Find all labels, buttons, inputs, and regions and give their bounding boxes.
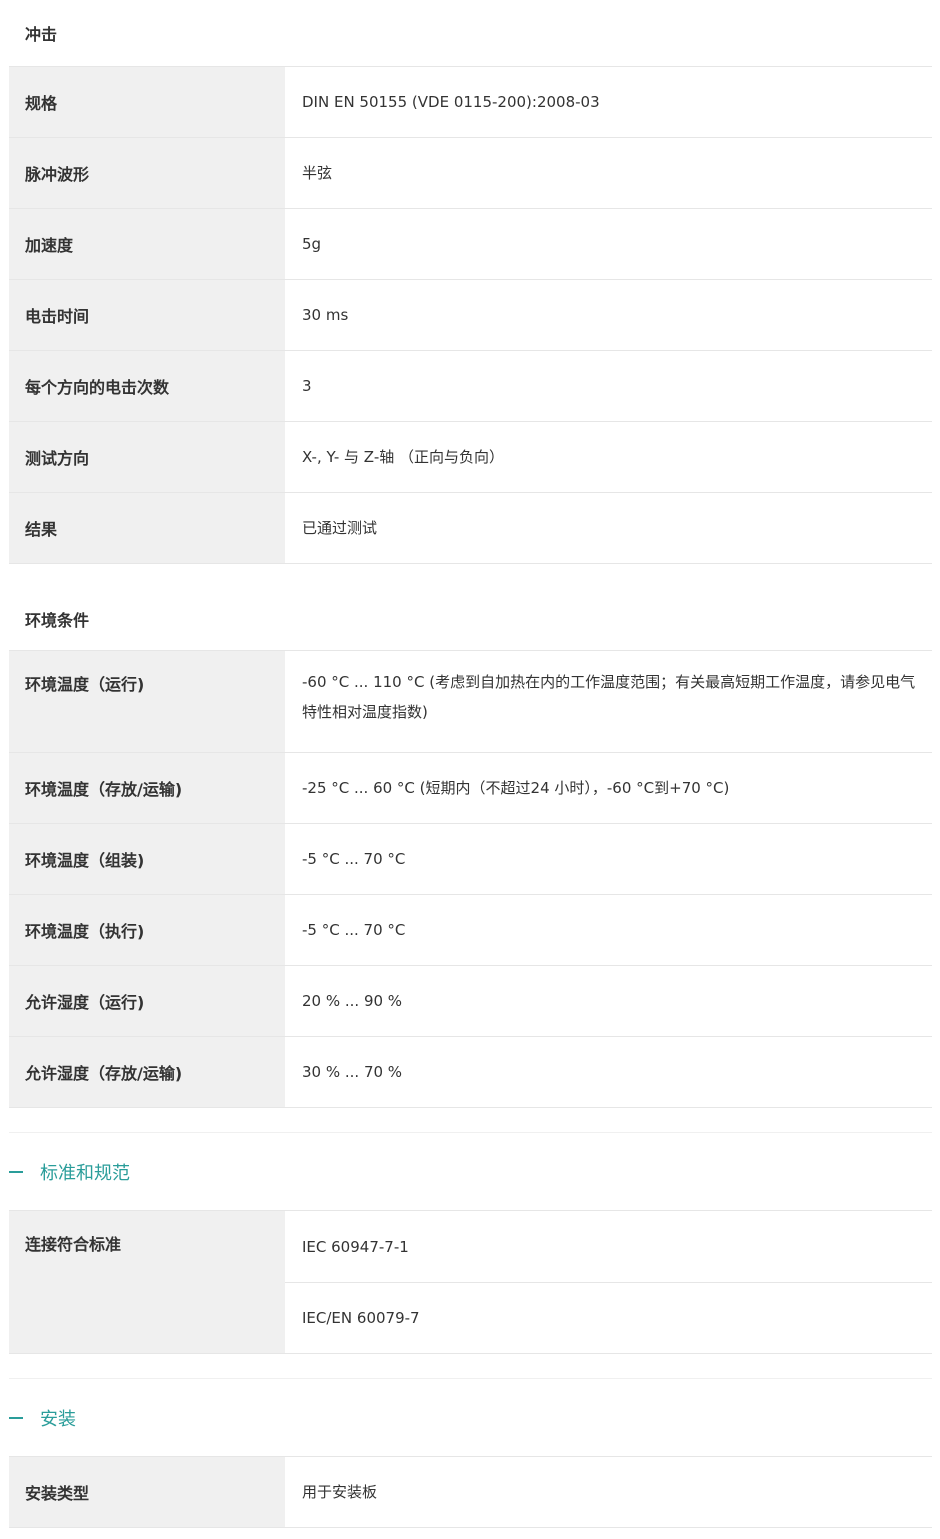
row-value: X-, Y- 与 Z-轴 （正向与负向） bbox=[302, 448, 505, 466]
row-label: 每个方向的电击次数 bbox=[9, 351, 285, 421]
row-value: DIN EN 50155 (VDE 0115-200):2008-03 bbox=[302, 93, 600, 111]
row-label: 环境温度（组装) bbox=[9, 824, 285, 894]
row-value: 5g bbox=[302, 235, 322, 253]
row-label: 允许湿度（存放/运输) bbox=[9, 1037, 285, 1107]
row-value: 已通过测试 bbox=[302, 519, 378, 537]
table-row: 环境温度（运行) -60 °C ... 110 °C (考虑到自加热在内的工作温… bbox=[9, 651, 932, 753]
table-row: 脉冲波形 半弦 bbox=[9, 138, 932, 209]
table-row: 允许湿度（运行) 20 % ... 90 % bbox=[9, 966, 932, 1037]
row-label: 脉冲波形 bbox=[9, 138, 285, 208]
table-row: 加速度 5g bbox=[9, 209, 932, 280]
standards-table: 连接符合标准 IEC 60947-7-1 IEC/EN 60079-7 bbox=[9, 1210, 932, 1354]
row-value: -25 °C ... 60 °C (短期内（不超过24 小时），-60 °C到+… bbox=[302, 779, 730, 797]
row-label: 测试方向 bbox=[9, 422, 285, 492]
row-value: 半弦 bbox=[302, 164, 333, 182]
table-row: 规格 DIN EN 50155 (VDE 0115-200):2008-03 bbox=[9, 67, 932, 138]
section-divider bbox=[9, 1354, 932, 1379]
row-label: 结果 bbox=[9, 493, 285, 563]
section-toggle-installation[interactable]: 安装 bbox=[9, 1379, 932, 1456]
group-title-shock: 冲击 bbox=[25, 25, 58, 44]
section-heading-installation: 安装 bbox=[40, 1408, 76, 1430]
row-value: IEC/EN 60079-7 bbox=[285, 1282, 932, 1353]
table-row: 环境温度（执行) -5 °C ... 70 °C bbox=[9, 895, 932, 966]
row-label: 环境温度（运行) bbox=[9, 651, 285, 752]
row-value: IEC 60947-7-1 bbox=[302, 1237, 409, 1256]
row-label: 环境温度（存放/运输) bbox=[9, 753, 285, 823]
section-divider bbox=[9, 1108, 932, 1133]
row-value: -60 °C ... 110 °C (考虑到自加热在内的工作温度范围；有关最高短… bbox=[302, 673, 916, 721]
table-row: 允许湿度（存放/运输) 30 % ... 70 % bbox=[9, 1037, 932, 1108]
spec-sheet: 冲击 规格 DIN EN 50155 (VDE 0115-200):2008-0… bbox=[9, 0, 932, 1528]
table-row: 安装类型 用于安装板 bbox=[9, 1457, 932, 1528]
row-value: 30 ms bbox=[302, 306, 349, 324]
row-values: IEC 60947-7-1 IEC/EN 60079-7 bbox=[285, 1211, 932, 1353]
table-row: 连接符合标准 IEC 60947-7-1 IEC/EN 60079-7 bbox=[9, 1211, 932, 1354]
table-row: 结果 已通过测试 bbox=[9, 493, 932, 564]
installation-table: 安装类型 用于安装板 bbox=[9, 1456, 932, 1528]
row-label: 规格 bbox=[9, 67, 285, 137]
section-heading-standards: 标准和规范 bbox=[40, 1162, 130, 1184]
row-label: 环境温度（执行) bbox=[9, 895, 285, 965]
row-label: 允许湿度（运行) bbox=[9, 966, 285, 1036]
row-label: 加速度 bbox=[9, 209, 285, 279]
minus-icon bbox=[9, 1170, 23, 1173]
section-toggle-standards[interactable]: 标准和规范 bbox=[9, 1133, 932, 1210]
row-label: 连接符合标准 bbox=[9, 1211, 285, 1353]
shock-table: 规格 DIN EN 50155 (VDE 0115-200):2008-03 脉… bbox=[9, 66, 932, 564]
minus-icon bbox=[9, 1416, 23, 1419]
row-value: 3 bbox=[302, 377, 312, 395]
table-row: 测试方向 X-, Y- 与 Z-轴 （正向与负向） bbox=[9, 422, 932, 493]
table-row: 环境温度（存放/运输) -25 °C ... 60 °C (短期内（不超过24 … bbox=[9, 753, 932, 824]
table-row: 每个方向的电击次数 3 bbox=[9, 351, 932, 422]
row-value: 20 % ... 90 % bbox=[302, 992, 403, 1010]
row-value: 用于安装板 bbox=[302, 1483, 378, 1501]
table-row: 电击时间 30 ms bbox=[9, 280, 932, 351]
row-value: -5 °C ... 70 °C bbox=[302, 921, 406, 939]
group-title-environment: 环境条件 bbox=[25, 611, 90, 630]
table-row: 环境温度（组装) -5 °C ... 70 °C bbox=[9, 824, 932, 895]
row-value: -5 °C ... 70 °C bbox=[302, 850, 406, 868]
row-label: 电击时间 bbox=[9, 280, 285, 350]
environment-table: 环境温度（运行) -60 °C ... 110 °C (考虑到自加热在内的工作温… bbox=[9, 650, 932, 1108]
row-value: 30 % ... 70 % bbox=[302, 1063, 403, 1081]
row-label: 安装类型 bbox=[9, 1457, 285, 1527]
